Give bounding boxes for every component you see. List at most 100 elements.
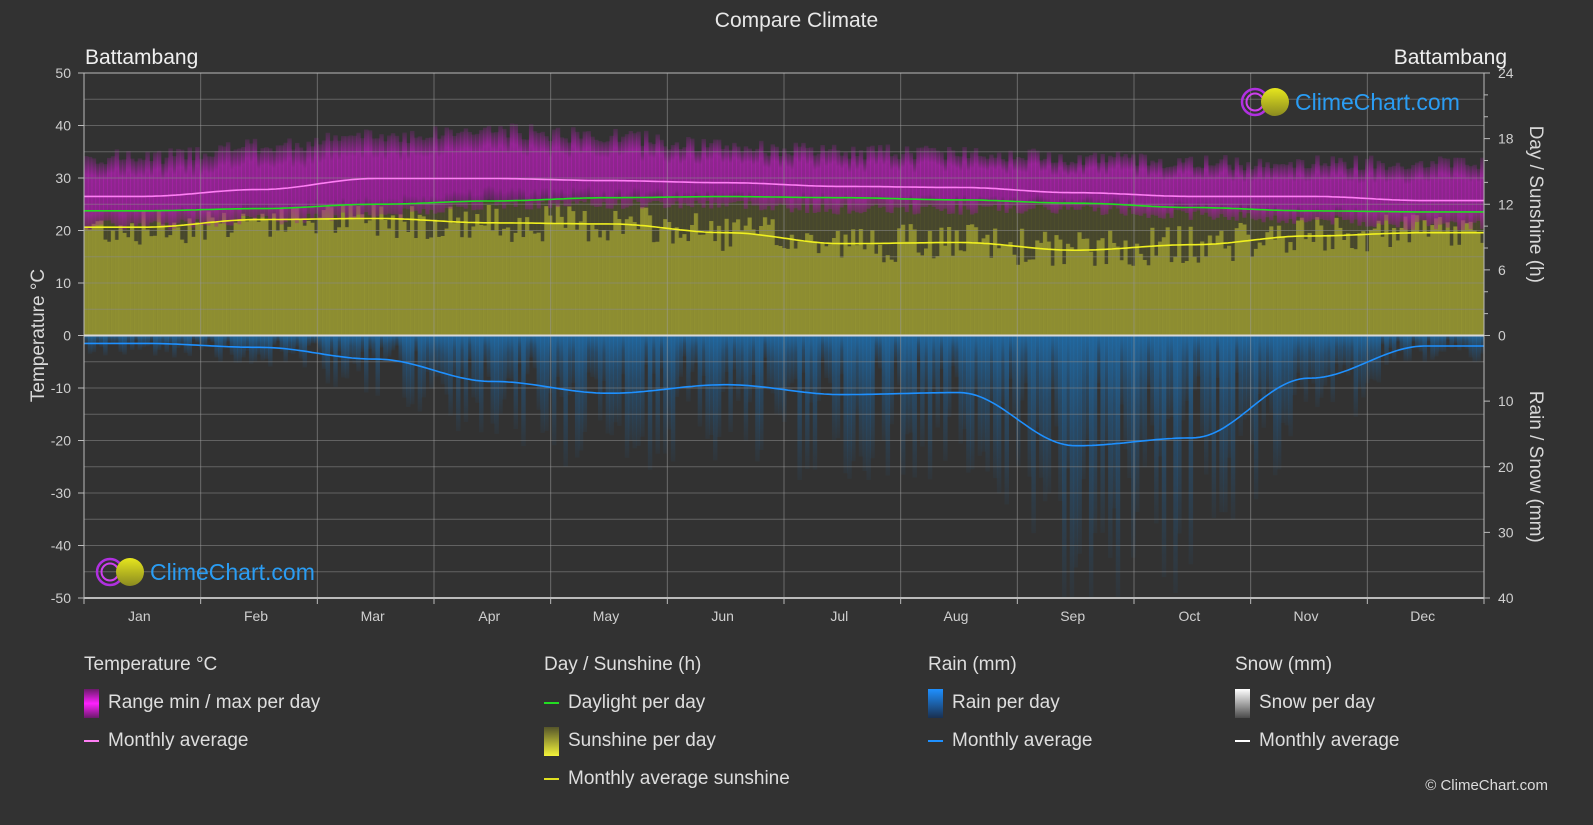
rain-day-bar: [248, 335, 254, 364]
rain-day-bar: [114, 335, 120, 343]
sunshine-day-bar: [356, 206, 361, 336]
temp-range-day-bar: [1464, 164, 1470, 224]
temp-range-day-bar: [670, 144, 676, 205]
rain-day-bar: [1142, 335, 1148, 468]
sunshine-day-bar: [417, 214, 423, 336]
temp-range-day-bar: [927, 147, 933, 206]
temp-range-day-bar: [981, 156, 986, 207]
temp-range-day-bar: [206, 156, 212, 226]
sunshine-day-bar: [893, 261, 898, 336]
rain-day-bar: [444, 335, 449, 395]
rain-day-bar: [1296, 335, 1301, 373]
temp-range-day-bar: [624, 134, 630, 208]
temp-range-day-bar: [406, 142, 411, 210]
sunshine-day-bar: [425, 238, 430, 336]
rain-day-bar: [1253, 335, 1259, 500]
sunshine-day-bar: [594, 229, 599, 336]
sunshine-day-bar: [306, 220, 311, 336]
sunshine-day-bar: [498, 235, 503, 336]
sunshine-day-bar: [202, 239, 208, 336]
sunshine-day-bar: [394, 237, 400, 336]
logo-bottom-left[interactable]: ClimeChart.com: [94, 556, 315, 588]
temp-range-day-bar: [1100, 153, 1105, 216]
temp-range-day-bar: [828, 149, 833, 210]
sunshine-day-bar: [1380, 236, 1385, 336]
legend-label: Monthly average: [1259, 730, 1400, 751]
temp-range-day-bar: [640, 145, 645, 209]
rain-day-bar: [252, 335, 258, 362]
left-tick-label: -20: [51, 433, 71, 449]
rain-day-bar: [532, 335, 538, 369]
rain-day-bar: [482, 335, 488, 363]
rain-day-bar: [655, 335, 660, 454]
sunshine-day-bar: [670, 243, 676, 336]
legend-item-rain: Rain per day: [928, 688, 1092, 718]
sunshine-day-bar: [877, 244, 883, 336]
temp-range-day-bar: [989, 154, 994, 207]
sunshine-day-bar: [1376, 220, 1382, 336]
rain-day-bar: [383, 335, 388, 362]
rain-day-bar: [291, 335, 296, 355]
rain-day-bar: [521, 335, 526, 447]
temp-range-day-bar: [1411, 164, 1416, 230]
rain-day-bar: [110, 335, 116, 344]
temp-range-day-bar: [252, 138, 258, 219]
sunshine-day-bar: [1192, 256, 1197, 336]
rain-day-bar: [1242, 335, 1247, 420]
rain-day-bar: [1265, 335, 1270, 392]
sunshine-day-bar: [1315, 217, 1320, 336]
rain-day-bar: [229, 335, 235, 355]
rain-day-bar: [690, 335, 695, 373]
rain-day-bar: [594, 335, 599, 380]
sunshine-day-bar: [1085, 238, 1090, 336]
rain-day-bar: [1092, 335, 1098, 534]
rain-day-bar: [298, 335, 304, 359]
sunshine-day-bar: [732, 222, 737, 336]
month-label: Aug: [944, 608, 969, 624]
temp-range-day-bar: [218, 145, 223, 224]
temp-range-day-bar: [179, 149, 185, 220]
rain-day-bar: [1230, 335, 1236, 520]
temp-range-day-bar: [578, 138, 584, 201]
temp-range-day-bar: [1027, 149, 1032, 210]
sunshine-day-bar: [1460, 220, 1466, 336]
rain-day-bar: [456, 335, 461, 432]
legend-snow: Snow (mm) Snow per day Monthly average: [1235, 654, 1399, 766]
sunshine-day-bar: [632, 222, 637, 336]
rain-day-bar: [574, 335, 580, 458]
sunshine-day-bar: [1073, 250, 1079, 336]
temp-range-day-bar: [636, 131, 641, 202]
sunshine-day-bar: [716, 225, 722, 336]
sunshine-day-bar: [774, 245, 779, 336]
temp-range-day-bar: [291, 149, 296, 221]
rain-day-bar: [732, 335, 737, 370]
sunshine-day-bar: [187, 218, 192, 336]
sunshine-day-bar: [828, 244, 833, 336]
rain-day-bar: [1085, 335, 1090, 440]
rain-day-bar: [1246, 335, 1251, 416]
rain-day-bar: [551, 335, 557, 446]
sunshine-day-bar: [950, 255, 956, 336]
sunshine-day-bar: [1261, 245, 1266, 336]
temp-range-day-bar: [264, 147, 269, 216]
sunshine-day-bar: [1230, 260, 1236, 336]
sunshine-day-bar: [141, 210, 146, 336]
rain-day-bar: [352, 335, 357, 365]
sunshine-day-bar: [582, 210, 588, 336]
sunshine-day-bar: [87, 229, 93, 336]
line-swatch-icon: [928, 740, 943, 742]
rain-day-bar: [1215, 335, 1220, 378]
logo-top-right[interactable]: ClimeChart.com: [1239, 86, 1460, 118]
sunshine-day-bar: [759, 226, 764, 336]
sunshine-day-bar: [736, 219, 741, 336]
temp-range-day-bar: [1031, 148, 1036, 209]
rain-day-bar: [908, 335, 914, 433]
sunshine-day-bar: [912, 229, 917, 336]
right-tick-label-hours: 24: [1498, 65, 1514, 81]
sunshine-day-bar: [801, 241, 806, 336]
sunshine-day-bar: [287, 226, 292, 336]
sunshine-day-bar: [494, 208, 499, 336]
rain-day-bar: [233, 335, 239, 363]
rain-day-bar: [1349, 335, 1355, 366]
sunshine-day-bar: [1326, 234, 1332, 336]
